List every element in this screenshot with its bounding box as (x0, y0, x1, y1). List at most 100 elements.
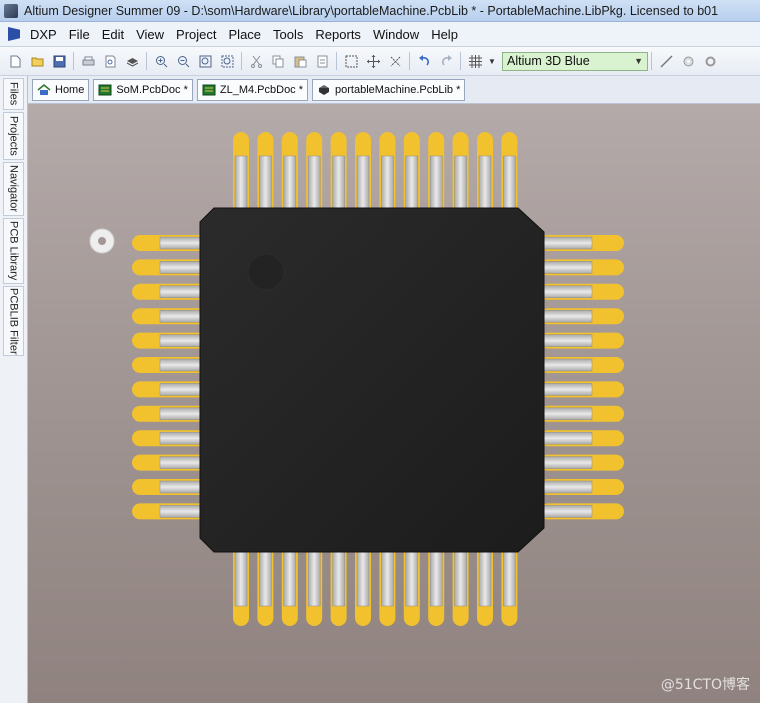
menu-tools[interactable]: Tools (267, 27, 309, 42)
doc-tab-portablemachine-pcblib[interactable]: portableMachine.PcbLib * (312, 78, 466, 101)
lead-left (159, 431, 207, 445)
pin1-marker (247, 253, 285, 291)
lead-top (234, 155, 248, 213)
doc-tab-som-pcbdoc[interactable]: SoM.PcbDoc * (93, 78, 193, 101)
redo-icon[interactable] (435, 50, 457, 72)
side-tab-navigator[interactable]: Navigator (3, 162, 24, 216)
toolbar-separator (460, 52, 461, 70)
copy-icon[interactable] (267, 50, 289, 72)
lead-right (539, 383, 593, 396)
dxp-icon[interactable] (8, 27, 20, 41)
side-tab-pcblib-filter[interactable]: PCBLIB Filter (3, 286, 24, 356)
lead-left (159, 309, 207, 323)
watermark-text: @51CTO博客 (660, 677, 750, 693)
undo-icon[interactable] (413, 50, 435, 72)
menu-window[interactable]: Window (367, 27, 425, 42)
pcb-doc-icon (202, 84, 216, 95)
menu-place[interactable]: Place (223, 27, 268, 42)
open-icon[interactable] (26, 50, 48, 72)
print-icon[interactable] (77, 50, 99, 72)
view-configuration-value: Altium 3D Blue (507, 54, 590, 68)
lead-right (539, 358, 593, 372)
lead-bottom (454, 547, 467, 607)
grid-icon[interactable] (464, 50, 486, 72)
lead-right (539, 309, 593, 323)
lead-bottom (259, 547, 272, 607)
menu-file[interactable]: File (63, 27, 96, 42)
lead-top (259, 155, 272, 213)
lead-left (159, 285, 207, 299)
menu-reports[interactable]: Reports (309, 27, 367, 42)
rubber-stamp-icon[interactable] (311, 50, 333, 72)
lead-right (539, 285, 593, 299)
lead-bottom (381, 547, 394, 607)
doc-tab-label: ZL_M4.PcbDoc * (219, 83, 304, 96)
lead-left (159, 383, 207, 396)
lead-top (478, 155, 492, 213)
deselect-icon[interactable] (384, 50, 406, 72)
lead-top (503, 155, 516, 213)
lead-bottom (332, 547, 345, 607)
lead-bottom (405, 547, 419, 607)
lead-top (381, 155, 394, 213)
lead-left (159, 334, 207, 347)
menu-view[interactable]: View (130, 27, 170, 42)
altium-app-icon (4, 3, 18, 18)
title-bar: Altium Designer Summer 09 - D:\som\Hardw… (0, 0, 760, 22)
doc-tab-label: portableMachine.PcbLib * (335, 83, 461, 96)
toolbar-separator (146, 52, 147, 70)
lead-left (159, 505, 207, 518)
doc-tab-label: Home (55, 83, 85, 96)
zoom-selected-icon[interactable] (216, 50, 238, 72)
chevron-down-icon[interactable]: ▼ (634, 56, 643, 66)
zoom-out-icon[interactable] (172, 50, 194, 72)
move-icon[interactable] (362, 50, 384, 72)
home-icon (37, 83, 51, 95)
pcb-3d-canvas[interactable]: @51CTO博客 (28, 104, 760, 703)
side-tab-projects[interactable]: Projects (3, 112, 24, 160)
grid-dropdown-arrow-icon[interactable]: ▼ (486, 50, 498, 72)
lead-top (429, 155, 443, 213)
origin-marker (89, 228, 115, 254)
doc-tab-label: SoM.PcbDoc * (116, 83, 188, 96)
menu-edit[interactable]: Edit (96, 27, 130, 42)
lead-top (307, 155, 321, 213)
menu-dxp[interactable]: DXP (24, 27, 63, 42)
cut-icon[interactable] (245, 50, 267, 72)
select-area-icon[interactable] (340, 50, 362, 72)
lead-top (283, 155, 297, 213)
toolbar-separator (336, 52, 337, 70)
line-icon[interactable] (655, 50, 677, 72)
toolbar-separator (651, 52, 652, 70)
side-panel-tabs: Files Projects Navigator PCB Library PCB… (0, 76, 28, 703)
lead-top (332, 155, 345, 213)
lead-right (539, 505, 593, 518)
chip-body[interactable] (199, 207, 545, 553)
new-icon[interactable] (4, 50, 26, 72)
via-icon[interactable] (699, 50, 721, 72)
menu-help[interactable]: Help (425, 27, 464, 42)
view-configuration-select[interactable]: Altium 3D Blue ▼ (502, 51, 648, 71)
save-icon[interactable] (48, 50, 70, 72)
lead-top (405, 155, 419, 213)
layer-stack-icon[interactable] (121, 50, 143, 72)
side-tab-files[interactable]: Files (3, 78, 24, 110)
lead-left (159, 456, 207, 469)
pad-icon[interactable] (677, 50, 699, 72)
zoom-in-icon[interactable] (150, 50, 172, 72)
lead-bottom (429, 547, 443, 607)
lead-left (159, 261, 207, 274)
side-tab-pcb-library[interactable]: PCB Library (3, 218, 24, 284)
lead-left (159, 407, 207, 421)
paste-icon[interactable] (289, 50, 311, 72)
doc-tab-home[interactable]: Home (32, 78, 90, 101)
print-preview-icon[interactable] (99, 50, 121, 72)
doc-tab-zl-m4-pcbdoc[interactable]: ZL_M4.PcbDoc * (196, 78, 309, 101)
menu-project[interactable]: Project (170, 27, 222, 42)
menu-bar: DXP File Edit View Project Place Tools R… (0, 22, 760, 47)
lead-right (539, 456, 593, 469)
zoom-fit-icon[interactable] (194, 50, 216, 72)
lead-left (159, 236, 207, 250)
lead-top (356, 155, 370, 213)
pcb-doc-icon (98, 84, 112, 95)
